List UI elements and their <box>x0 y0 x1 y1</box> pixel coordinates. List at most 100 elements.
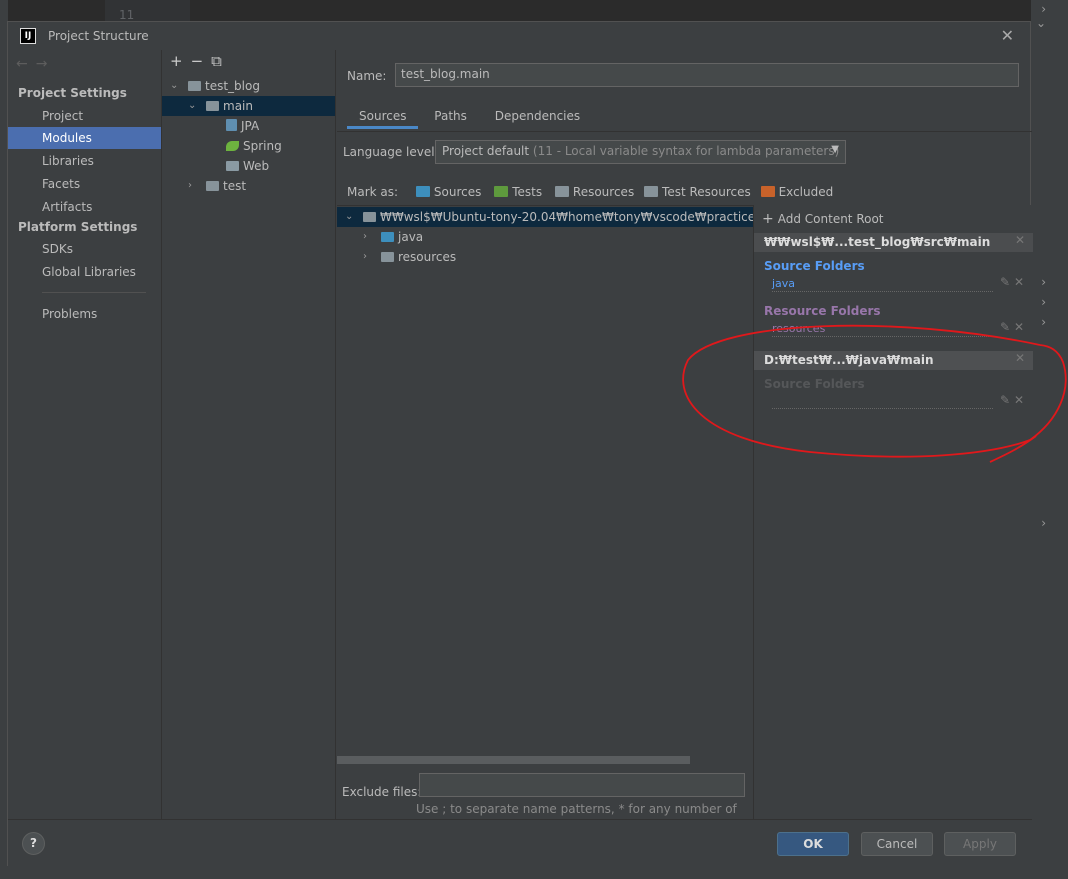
chevron-down-icon[interactable]: ⌄ <box>188 96 196 116</box>
sources-folder-icon <box>381 232 394 242</box>
tree-node-test-blog[interactable]: ⌄ test_blog <box>162 76 335 96</box>
line-number-gutter: 11 <box>105 0 190 22</box>
back-arrow-icon[interactable]: ← <box>16 56 36 72</box>
settings-nav: ←→ Project Settings Project Modules Libr… <box>8 50 161 819</box>
nav-item-project[interactable]: Project <box>8 105 161 127</box>
remove-icon[interactable]: ✕ <box>1014 393 1024 407</box>
tree-label: main <box>223 99 253 113</box>
content-root-path: D:₩test₩...₩java₩main <box>764 353 934 367</box>
nav-item-facets[interactable]: Facets <box>8 173 161 195</box>
excluded-folder-icon <box>760 186 775 197</box>
folder-entry-actions: ✎ ✕ <box>1000 320 1024 334</box>
module-folder-icon <box>206 181 219 191</box>
module-name-input[interactable]: test_blog.main <box>395 63 1019 87</box>
tests-folder-icon <box>494 186 509 197</box>
content-roots-panel: + Add Content Root ₩₩wsl$₩...test_blog₩sr… <box>753 205 1033 819</box>
nav-item-modules[interactable]: Modules <box>8 127 161 149</box>
apply-button[interactable]: Apply <box>944 832 1016 856</box>
tab-dependencies[interactable]: Dependencies <box>483 106 592 126</box>
chevron-down-icon[interactable]: ⌄ <box>345 207 353 227</box>
spring-leaf-icon <box>226 141 239 151</box>
tree-node-test[interactable]: › test <box>162 176 335 196</box>
mark-label: Sources <box>433 185 482 199</box>
edit-icon[interactable]: ✎ <box>1000 275 1010 289</box>
project-structure-dialog: IJ Project Structure ✕ ←→ Project Settin… <box>7 21 1033 867</box>
chevron-right-icon[interactable]: › <box>363 247 367 267</box>
nav-item-global-libraries[interactable]: Global Libraries <box>8 261 161 283</box>
dropdown-arrow-icon: ▼ <box>831 144 839 155</box>
language-level-hint: (11 - Local variable syntax for lambda p… <box>532 144 840 158</box>
nav-item-problems[interactable]: Problems <box>8 303 161 325</box>
module-detail: Name: test_blog.main Sources Paths Depen… <box>337 50 1033 833</box>
edit-icon[interactable]: ✎ <box>1000 320 1010 334</box>
line-number: 11 <box>119 8 135 22</box>
jpa-icon <box>226 119 237 131</box>
nav-item-artifacts[interactable]: Artifacts <box>8 196 161 218</box>
tree-node-jpa[interactable]: JPA <box>162 116 335 136</box>
chevron-right-icon[interactable]: › <box>188 176 192 196</box>
tree-node-web[interactable]: Web <box>162 156 335 176</box>
nav-item-libraries[interactable]: Libraries <box>8 150 161 172</box>
add-icon[interactable]: + <box>170 52 183 70</box>
language-level-select[interactable]: Project default (11 - Local variable syn… <box>435 140 846 164</box>
tree-node-main[interactable]: ⌄ main <box>162 96 335 116</box>
web-facet-icon <box>226 161 239 171</box>
mark-resources-button[interactable]: Resources <box>554 185 634 199</box>
source-folders-title: Source Folders <box>764 377 865 391</box>
folder-icon <box>363 212 376 222</box>
tab-paths[interactable]: Paths <box>422 106 479 126</box>
remove-icon[interactable]: ✕ <box>1014 320 1024 334</box>
chevron-right-icon: › <box>1041 516 1046 530</box>
copy-icon[interactable]: ⧉ <box>211 52 222 70</box>
chevron-down-icon: ⌄ <box>1035 16 1046 30</box>
project-settings-heading: Project Settings <box>18 86 127 100</box>
mark-as-toolbar: Mark as: Sources Tests Resources Test Re… <box>347 185 833 199</box>
dialog-titlebar: IJ Project Structure ✕ <box>8 22 1030 50</box>
chevron-right-icon[interactable]: › <box>363 227 367 247</box>
exclude-files-input[interactable] <box>419 773 745 797</box>
resources-folder-icon <box>381 252 394 262</box>
cancel-button[interactable]: Cancel <box>861 832 933 856</box>
resource-folders-title: Resource Folders <box>764 304 881 318</box>
mark-test-resources-button[interactable]: Test Resources <box>644 185 751 199</box>
nav-item-sdks[interactable]: SDKs <box>8 238 161 260</box>
tab-divider <box>337 131 1032 132</box>
remove-icon[interactable]: − <box>191 52 204 70</box>
add-icon: + <box>762 211 774 227</box>
ok-button[interactable]: OK <box>777 832 849 856</box>
module-folder-icon <box>206 101 219 111</box>
ide-background-right: › ⌄ › › › › <box>1031 0 1068 879</box>
chevron-down-icon[interactable]: ⌄ <box>170 76 178 96</box>
edit-icon[interactable]: ✎ <box>1000 393 1010 407</box>
horizontal-scrollbar[interactable] <box>337 756 690 764</box>
mark-sources-button[interactable]: Sources <box>415 185 482 199</box>
mark-excluded-button[interactable]: Excluded <box>760 185 834 199</box>
modules-panel: + − ⧉ ⌄ test_blog ⌄ main JPA Spring Web › … <box>161 50 336 819</box>
add-content-root-button[interactable]: + Add Content Root <box>762 211 884 227</box>
mark-label: Excluded <box>778 185 834 199</box>
source-tree-resources[interactable]: › resources <box>337 247 753 267</box>
tree-label: ₩₩wsl$₩Ubuntu-tony-20.04₩home₩tony₩vscod… <box>380 210 753 224</box>
remove-root-icon[interactable]: ✕ <box>1015 351 1025 366</box>
source-tree-java[interactable]: › java <box>337 227 753 247</box>
ide-editor-background <box>190 0 995 22</box>
tree-node-spring[interactable]: Spring <box>162 136 335 156</box>
mark-label: Test Resources <box>662 185 751 199</box>
tree-label: Spring <box>243 139 282 153</box>
remove-icon[interactable]: ✕ <box>1014 275 1024 289</box>
close-icon[interactable]: ✕ <box>1001 26 1014 45</box>
tab-sources[interactable]: Sources <box>347 106 419 129</box>
dialog-footer: ? OK Cancel Apply <box>8 819 1032 867</box>
exclude-files-label: Exclude files: <box>342 785 422 799</box>
content-root-header: ₩₩wsl$₩...test_blog₩src₩main ✕ <box>754 233 1033 252</box>
language-level-value: Project default <box>442 144 530 158</box>
tree-label: resources <box>398 250 457 264</box>
source-tree-root[interactable]: ⌄ ₩₩wsl$₩Ubuntu-tony-20.04₩home₩tony₩vsc… <box>337 207 753 227</box>
content-root-header: D:₩test₩...₩java₩main ✕ <box>754 351 1033 370</box>
mark-tests-button[interactable]: Tests <box>494 185 542 199</box>
detail-tabs: Sources Paths Dependencies <box>347 106 592 132</box>
remove-root-icon[interactable]: ✕ <box>1015 233 1025 248</box>
forward-arrow-icon[interactable]: → <box>36 56 56 72</box>
source-folders-title: Source Folders <box>764 259 865 273</box>
help-button[interactable]: ? <box>22 832 45 855</box>
